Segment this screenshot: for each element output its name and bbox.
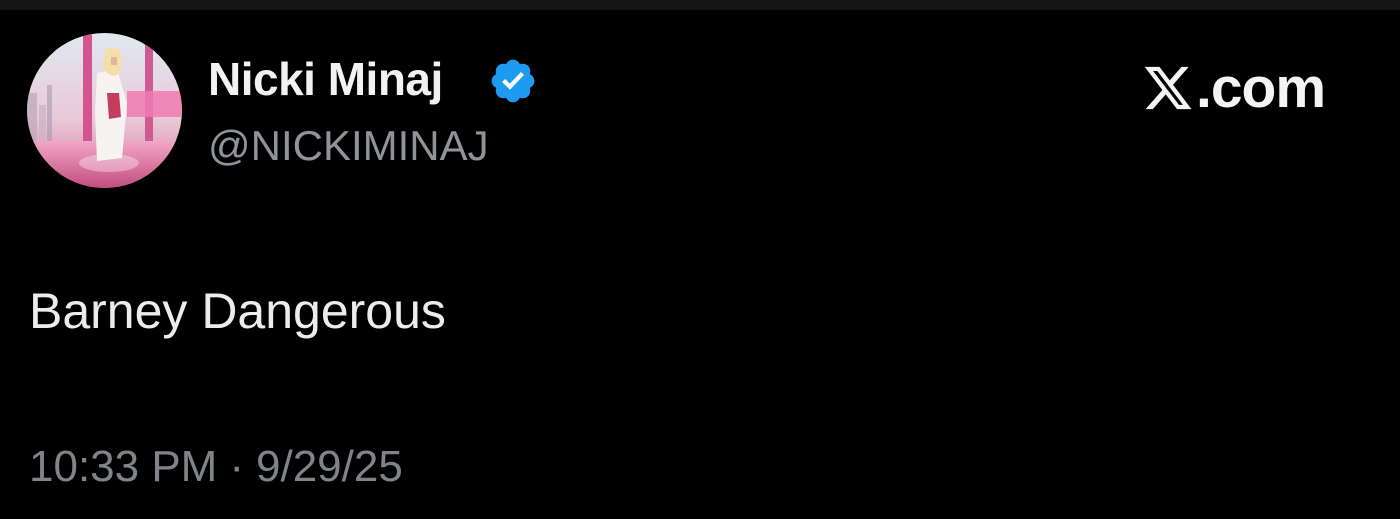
user-handle[interactable]: @NICKIMINAJ [208,122,489,170]
x-logo-icon [1144,66,1192,110]
verified-badge-icon[interactable] [488,56,538,106]
tweet-time: 10:33 PM [29,442,218,491]
display-name[interactable]: Nicki Minaj [208,52,443,106]
brand-link[interactable]: .com [1142,56,1326,120]
timestamp-separator: · [229,442,244,491]
tweet-date: 9/29/25 [256,442,403,491]
tweet-timestamp[interactable]: 10:33 PM · 9/29/25 [29,442,403,492]
tweet-text: Barney Dangerous [29,283,446,339]
avatar-image [27,33,182,188]
top-bar [0,0,1400,10]
profile-avatar[interactable] [27,33,182,188]
brand-domain-text: .com [1196,56,1326,120]
